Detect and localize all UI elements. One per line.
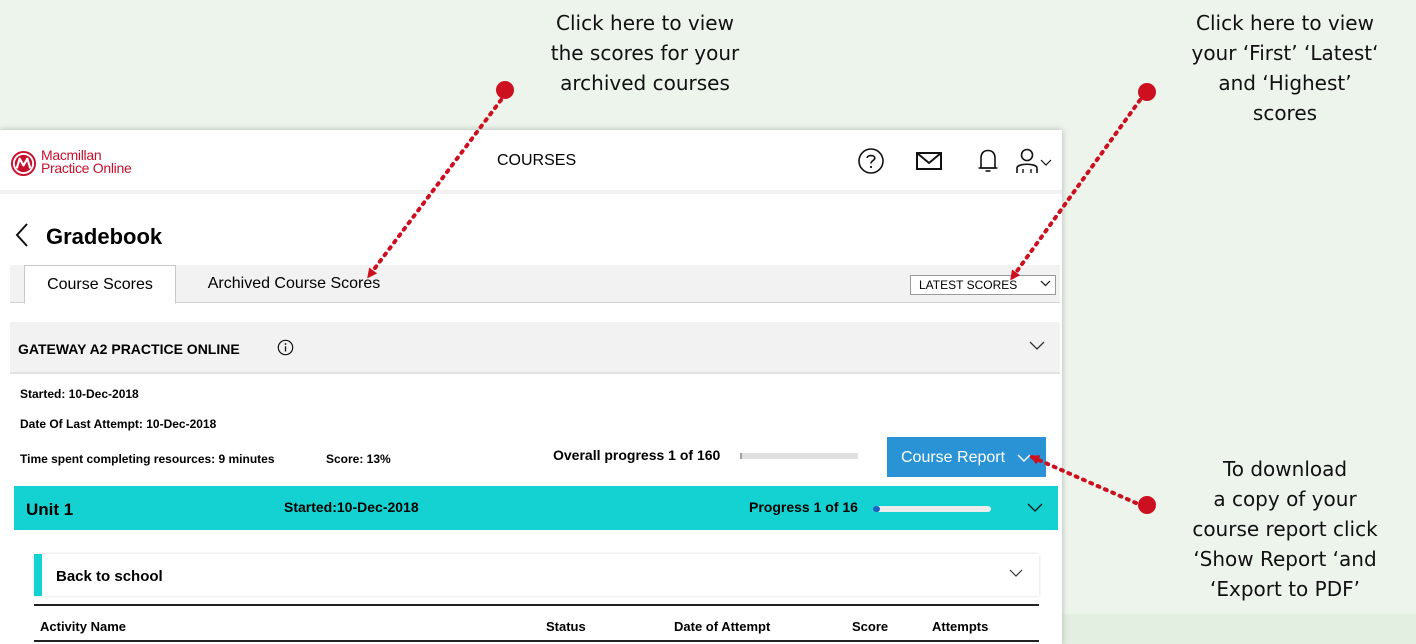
page-header: Gradebook [0,202,1062,266]
unit-progress-fill [873,506,881,512]
callout-scores: Click here to view your ‘First’ ‘Latest‘… [1160,8,1410,128]
callout-line: course report click [1192,517,1378,541]
chevron-down-icon [1029,341,1045,350]
activity-table-header: Activity Name Status Date of Attempt Sco… [34,604,1039,642]
tab-archived-course-scores[interactable]: Archived Course Scores [188,265,400,303]
help-icon[interactable] [856,146,886,176]
course-started-date: Started: 10-Dec-2018 [20,387,139,401]
back-icon[interactable] [14,222,30,248]
callout-archived: Click here to view the scores for your a… [520,8,770,98]
bell-icon[interactable] [973,146,1003,176]
chevron-down-icon [1027,503,1043,512]
user-icon[interactable] [1013,146,1061,176]
course-report-label: Course Report [901,449,1006,466]
macmillan-logo-icon [10,150,37,177]
scores-select-value: LATEST SCORES [919,278,1018,292]
column-header-score[interactable]: Score [852,619,888,634]
info-icon[interactable] [277,339,294,356]
callout-line: a copy of your [1213,487,1357,511]
unit-progress-bar [873,506,991,512]
logo-line: Practice Online [41,160,132,176]
column-header-status[interactable]: Status [546,619,586,634]
course-score: Score: 13% [326,452,391,466]
callout-line: Click here to view [556,11,734,35]
callout-report: To download a copy of your course report… [1160,454,1410,604]
app-window: Macmillan Practice Online COURSES Gradeb… [0,130,1062,644]
column-header-date-of-attempt[interactable]: Date of Attempt [674,619,770,634]
chevron-down-icon [1040,159,1052,166]
course-panel-header[interactable]: GATEWAY A2 PRACTICE ONLINE [10,322,1060,374]
course-last-attempt-date: Date Of Last Attempt: 10-Dec-2018 [20,417,217,431]
unit-name: Unit 1 [26,500,74,519]
arrow-dot [1138,83,1156,101]
arrow-dot [1138,496,1156,514]
overall-progress-fill [740,453,743,459]
callout-line: the scores for your [550,41,740,65]
unit-started-date: Started:10-Dec-2018 [284,499,419,515]
tab-course-scores[interactable]: Course Scores [24,265,176,304]
callout-line: your ‘First’ ‘Latest‘ [1191,41,1379,65]
unit-header[interactable]: Unit 1 Started:10-Dec-2018 Progress 1 of… [14,486,1058,530]
course-report-button[interactable]: Course Report [887,437,1046,477]
page-title: Gradebook [46,224,163,249]
column-header-attempts[interactable]: Attempts [932,619,988,634]
callout-line: To download [1222,457,1348,481]
chevron-down-icon [1017,454,1031,462]
callout-line: scores [1252,101,1318,125]
overall-progress-label: Overall progress 1 of 160 [553,447,721,463]
nav-courses[interactable]: COURSES [497,152,576,170]
callout-line: ‘Export to PDF’ [1210,577,1360,601]
lesson-name: Back to school [56,568,163,585]
column-header-activity-name[interactable]: Activity Name [40,619,126,634]
lesson-header[interactable]: Back to school [34,554,1039,596]
tabs-bar: Course Scores Archived Course Scores LAT… [10,265,1060,304]
course-name: GATEWAY A2 PRACTICE ONLINE [18,341,240,357]
callout-line: ‘Show Report ‘and [1193,547,1377,571]
macmillan-logo[interactable]: Macmillan Practice Online [10,148,140,177]
callout-line: and ‘Highest’ [1218,71,1352,95]
mail-icon[interactable] [914,146,944,176]
arrow-dot [496,81,514,99]
callout-line: Click here to view [1196,11,1374,35]
scores-type-select[interactable]: LATEST SCORES [910,275,1056,295]
unit-progress-label: Progress 1 of 16 [749,499,858,515]
callout-line: archived courses [560,71,730,95]
overall-progress-bar [740,453,858,459]
course-time-spent: Time spent completing resources: 9 minut… [20,452,275,466]
chevron-down-icon [1040,280,1051,287]
top-navigation-bar: Macmillan Practice Online COURSES [0,130,1062,194]
lesson-accent-stripe [34,554,42,596]
logo-text: Macmillan Practice Online [41,148,132,176]
chevron-down-icon [1009,569,1023,577]
